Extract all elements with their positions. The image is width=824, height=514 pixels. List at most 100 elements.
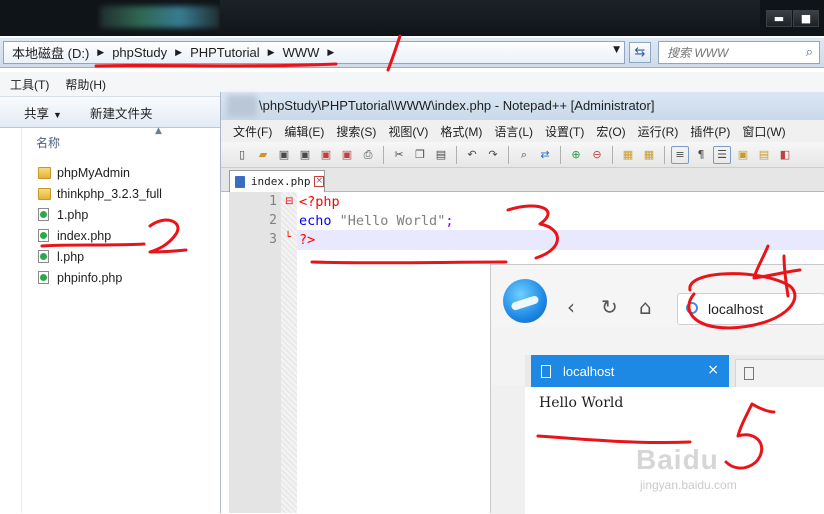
new-file-icon[interactable]: ▯ [233,146,251,164]
refresh-icon[interactable]: ↻ [601,295,618,319]
paste-icon[interactable]: ▤ [432,146,450,164]
list-item[interactable]: phpinfo.php [38,267,122,288]
menu-file[interactable]: 文件(F) [233,123,272,140]
menu-plugins[interactable]: 插件(P) [690,123,730,140]
breadcrumb-arrow-icon[interactable]: ▶ [93,48,108,58]
column-header-name[interactable]: 名称 [36,134,60,151]
show-all-characters-icon[interactable]: ¶ [692,146,710,164]
fold-end-icon: └ [285,232,292,243]
document-map-icon[interactable]: ▣ [734,146,752,164]
fold-collapse-icon[interactable]: ⊟ [285,196,293,207]
folder-icon [38,166,51,179]
navigation-pane[interactable] [0,128,22,513]
chevron-down-icon: ▼ [53,109,62,120]
new-folder-button[interactable]: 新建文件夹 [90,103,153,122]
file-name: phpMyAdmin [57,165,130,180]
toolbar-divider [456,145,457,164]
menu-macro[interactable]: 宏(O) [596,123,625,140]
list-item[interactable]: l.php [38,246,84,267]
line-number: 1 [269,194,277,209]
save-icon[interactable]: ▣ [275,146,293,164]
breadcrumb-phptutorial[interactable]: PHPTutorial [186,45,264,60]
blurred-title-region [100,6,220,28]
breadcrumb-phpstudy[interactable]: phpStudy [108,45,171,60]
url-bar[interactable]: localhost [677,293,824,325]
menu-format[interactable]: 格式(M) [440,123,482,140]
list-item[interactable]: thinkphp_3.2.3_full [38,183,162,204]
breadcrumb-arrow-icon[interactable]: ▶ [323,48,338,58]
search-field[interactable]: ⌕ [658,41,820,64]
menu-search[interactable]: 搜索(S) [336,123,376,140]
menu-language[interactable]: 语言(L) [494,123,533,140]
toolbar-divider [508,145,509,164]
page-output-text: Hello World [539,395,624,411]
list-item[interactable]: phpMyAdmin [38,162,130,183]
tab-label: index.php [250,175,311,188]
share-button[interactable]: 共享 ▼ [24,103,62,122]
zoom-out-icon[interactable]: ⊖ [588,146,606,164]
browser-tab-bar: localhost × [525,355,824,387]
search-icon[interactable]: ⌕ [806,45,813,60]
sort-up-icon: ▲ [155,126,162,136]
toolbar-divider [612,145,613,164]
tab-blurred[interactable] [735,359,824,387]
menu-window[interactable]: 窗口(W) [742,123,785,140]
chevron-down-icon[interactable]: ▼ [613,45,620,55]
browser-sidebar [491,385,525,514]
sync-horizontal-icon[interactable]: ▦ [640,146,658,164]
search-input[interactable] [659,42,789,63]
find-icon[interactable]: ⌕ [515,146,533,164]
home-icon[interactable]: ⌂ [639,295,652,319]
line-number-gutter: 1 2 3 [229,192,281,513]
open-file-icon[interactable]: ▰ [254,146,272,164]
line-number: 2 [269,213,277,228]
file-name: l.php [57,249,85,264]
undo-icon[interactable]: ↶ [463,146,481,164]
indent-guide-icon[interactable]: ☰ [713,145,731,164]
copy-icon[interactable]: ❐ [411,146,429,164]
current-line-highlight [297,230,824,250]
list-item[interactable]: 1.php [38,204,88,225]
title-glass [220,0,760,36]
refresh-button[interactable]: ⇆ [629,42,651,63]
browser-toolbar: ‹ ↻ ⌂ localhost [491,265,824,327]
print-icon[interactable]: ⎙ [359,146,377,164]
tab-localhost[interactable]: localhost × [531,355,729,387]
menu-view[interactable]: 视图(V) [388,123,428,140]
breadcrumb-www[interactable]: WWW [279,45,324,60]
page-icon [744,367,754,380]
tab-index-php[interactable]: index.php × [229,170,325,192]
close-file-icon[interactable]: ▣ [317,146,335,164]
maximize-button[interactable]: ■ [793,10,819,27]
close-icon[interactable]: × [314,176,324,187]
url-text[interactable]: localhost [708,301,763,317]
explorer-title-bar: ▬ ■ [0,0,824,36]
menu-help[interactable]: 帮助(H) [65,76,106,93]
menu-tools[interactable]: 工具(T) [10,76,49,93]
save-all-icon[interactable]: ▣ [296,146,314,164]
php-file-icon [38,208,49,221]
close-icon[interactable]: × [707,362,719,378]
back-icon[interactable]: ‹ [567,295,575,319]
macro-record-icon[interactable]: ◧ [776,146,794,164]
minimize-button[interactable]: ▬ [766,10,792,27]
breadcrumb-arrow-icon[interactable]: ▶ [264,48,279,58]
redo-icon[interactable]: ↷ [484,146,502,164]
breadcrumb[interactable]: 本地磁盘 (D:) ▶ phpStudy ▶ PHPTutorial ▶ WWW… [3,41,625,64]
menu-edit[interactable]: 编辑(E) [284,123,324,140]
menu-run[interactable]: 运行(R) [638,123,679,140]
list-item[interactable]: index.php [38,225,111,246]
breadcrumb-arrow-icon[interactable]: ▶ [171,48,186,58]
word-wrap-icon[interactable]: ≡ [671,145,689,164]
cut-icon[interactable]: ✂ [390,146,408,164]
site-info-icon[interactable] [686,302,698,314]
keyword-echo: echo [299,213,332,229]
menu-settings[interactable]: 设置(T) [545,123,584,140]
replace-icon[interactable]: ⇄ [536,146,554,164]
breadcrumb-drive[interactable]: 本地磁盘 (D:) [8,43,93,62]
function-list-icon[interactable]: ▤ [755,146,773,164]
line-number: 3 [269,232,277,247]
sync-vertical-icon[interactable]: ▦ [619,146,637,164]
close-all-icon[interactable]: ▣ [338,146,356,164]
zoom-in-icon[interactable]: ⊕ [567,146,585,164]
